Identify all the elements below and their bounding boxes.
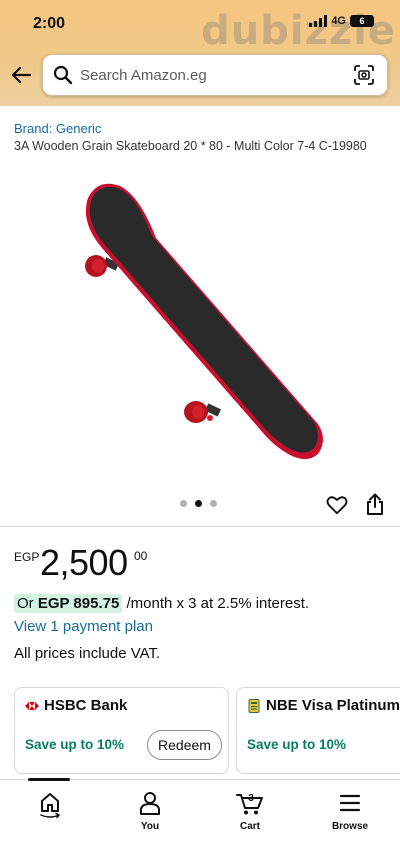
- offer-card-hsbc[interactable]: HSBC Bank Save up to 10% Redeem: [14, 687, 229, 774]
- payment-plan-link[interactable]: View 1 payment plan: [14, 618, 153, 635]
- product-image-skateboard[interactable]: [60, 178, 340, 468]
- installment-amount: EGP 895.75: [37, 595, 120, 612]
- installment-highlight: Or EGP 895.75: [14, 594, 123, 613]
- offer-card-nbe[interactable]: NBE Visa Platinum Save up to 10%: [236, 687, 400, 774]
- bottom-navigation: You 3 Cart Browse: [0, 778, 400, 866]
- installment-info: Or EGP 895.75 /month x 3 at 2.5% interes…: [14, 594, 310, 613]
- home-icon: [40, 793, 61, 819]
- camera-scan-icon[interactable]: [352, 63, 376, 87]
- app-header: 2:00 dubizzle 4G 6 Search Amazon.eg: [0, 0, 400, 106]
- offer-bank-name: NBE Visa Platinum: [266, 697, 400, 714]
- back-arrow-icon[interactable]: [10, 64, 32, 86]
- nav-you[interactable]: You: [110, 790, 190, 832]
- vat-note: All prices include VAT.: [14, 645, 161, 662]
- nav-cart[interactable]: 3 Cart: [210, 790, 290, 832]
- installment-prefix: Or: [17, 595, 34, 612]
- heart-icon[interactable]: [326, 494, 348, 516]
- nbe-card-icon: [248, 699, 260, 713]
- nav-you-label: You: [140, 821, 160, 832]
- offer-save-text: Save up to 10%: [25, 737, 125, 752]
- installment-terms: /month x 3 at 2.5% interest.: [126, 595, 310, 612]
- product-title: 3A Wooden Grain Skateboard 20 * 80 - Mul…: [14, 139, 367, 153]
- nav-active-indicator: [28, 778, 70, 781]
- brand-link[interactable]: Brand: Generic: [14, 121, 101, 136]
- product-page: 2:00 dubizzle 4G 6 Search Amazon.eg Bran…: [0, 0, 400, 866]
- price-whole: 2,500: [40, 542, 128, 583]
- carousel-dot-active[interactable]: [195, 500, 202, 507]
- signal-icon: [309, 15, 328, 27]
- user-icon: [140, 792, 160, 815]
- search-icon: [53, 65, 73, 85]
- menu-icon: [339, 794, 361, 812]
- nav-cart-label: Cart: [239, 821, 260, 832]
- nav-browse-label: Browse: [331, 821, 369, 832]
- carousel-dot[interactable]: [210, 500, 217, 507]
- hsbc-logo-icon: [25, 702, 39, 710]
- search-input[interactable]: Search Amazon.eg: [80, 67, 207, 84]
- section-divider: [0, 526, 400, 527]
- price-fraction: 00: [134, 549, 148, 563]
- nav-home[interactable]: [10, 790, 90, 825]
- cart-icon: 3: [236, 793, 263, 815]
- share-icon[interactable]: [364, 492, 386, 516]
- offer-bank-name: HSBC Bank: [44, 697, 128, 714]
- image-carousel-dots[interactable]: [180, 500, 217, 507]
- offer-save-text: Save up to 10%: [247, 737, 347, 752]
- redeem-button[interactable]: Redeem: [147, 730, 222, 760]
- search-bar[interactable]: Search Amazon.eg: [42, 54, 388, 96]
- cart-badge: 3: [248, 793, 254, 804]
- battery-icon: 6: [350, 15, 374, 27]
- carousel-dot[interactable]: [180, 500, 187, 507]
- network-label: 4G: [331, 15, 346, 27]
- status-time: 2:00: [33, 15, 66, 32]
- nav-browse[interactable]: Browse: [310, 790, 390, 832]
- status-indicators: 4G 6: [309, 15, 374, 27]
- price-currency: EGP: [14, 550, 40, 564]
